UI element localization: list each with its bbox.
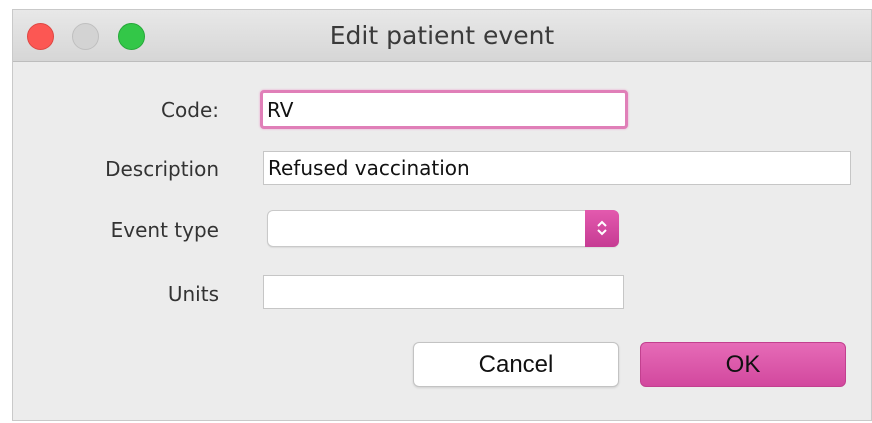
edit-patient-event-dialog: Edit patient event Code: Description Eve… (12, 9, 872, 421)
description-label: Description (105, 157, 219, 181)
ok-button[interactable]: OK (640, 342, 846, 387)
cancel-button[interactable]: Cancel (413, 342, 619, 387)
code-field[interactable] (260, 90, 628, 129)
description-field[interactable] (263, 151, 851, 185)
code-label: Code: (161, 98, 219, 122)
window-title: Edit patient event (329, 21, 555, 50)
units-label: Units (167, 282, 219, 306)
chevron-up-down-icon[interactable] (585, 210, 619, 247)
title-bar[interactable]: Edit patient event (13, 10, 871, 62)
event-type-select[interactable] (267, 210, 619, 247)
event-type-label: Event type (110, 218, 219, 242)
units-field[interactable] (263, 275, 624, 309)
